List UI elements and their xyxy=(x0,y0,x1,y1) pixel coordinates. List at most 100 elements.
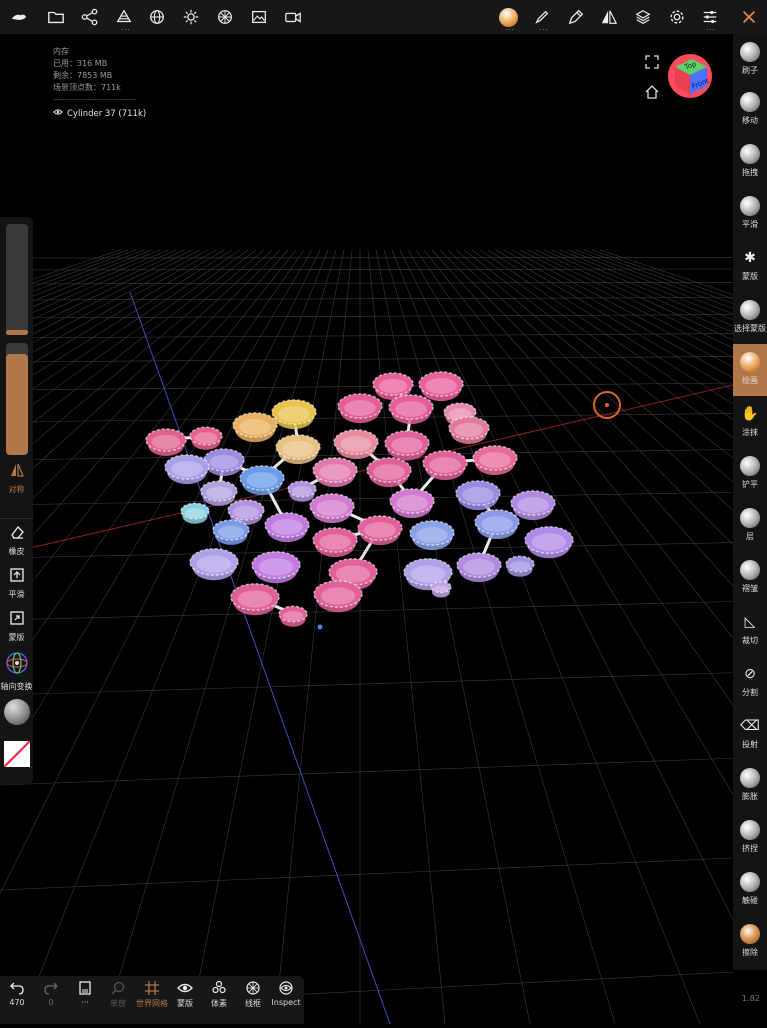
tool-inflate-ball[interactable]: 膨胀 xyxy=(733,760,767,812)
symmetry-toggle[interactable]: 对称 xyxy=(0,462,33,495)
tool-drag-ball[interactable]: 拖拽 xyxy=(733,136,767,188)
sun-icon[interactable] xyxy=(180,6,202,28)
tool-smooth-ball[interactable]: 平滑 xyxy=(733,188,767,240)
eraser-icon xyxy=(9,524,25,544)
tool-tube-ball[interactable]: 触碰 xyxy=(733,864,767,916)
app-logo-icon[interactable] xyxy=(8,6,30,28)
scene-canvas[interactable] xyxy=(0,34,733,1024)
crease-ball-icon xyxy=(740,560,760,580)
undo-count: 470 xyxy=(9,998,24,1007)
camera-icon[interactable] xyxy=(282,6,304,28)
matcap-ball-icon[interactable] xyxy=(497,6,519,28)
scene-graph-icon[interactable] xyxy=(79,6,101,28)
mask-button[interactable]: 蒙版 xyxy=(0,610,33,643)
cup-inner xyxy=(239,419,271,435)
cup-inner xyxy=(319,534,351,550)
cup-inner xyxy=(517,497,549,513)
symmetry-icon[interactable] xyxy=(598,6,620,28)
eye-icon[interactable] xyxy=(53,108,63,119)
tool-split[interactable]: ⊘分割 xyxy=(733,656,767,708)
sliders-icon[interactable] xyxy=(699,6,721,28)
brush-cursor-ring xyxy=(593,391,621,419)
settings-icon[interactable] xyxy=(666,6,688,28)
tools-icon[interactable] xyxy=(738,6,760,28)
inspect-button[interactable]: Inspect xyxy=(269,980,303,1007)
layers-icon[interactable] xyxy=(632,6,654,28)
cup-inner xyxy=(197,555,232,572)
tool-paint-ball[interactable]: 绘画 xyxy=(733,344,767,396)
tool-trim[interactable]: ◺裁切 xyxy=(733,604,767,656)
tool-label: 分割 xyxy=(742,687,758,698)
selected-object[interactable]: Cylinder 37 (711k) xyxy=(53,108,146,119)
material-sphere[interactable] xyxy=(4,699,30,725)
inspect-icon xyxy=(278,980,294,996)
version-label: 1.82 xyxy=(742,994,760,1003)
tool-crease-ball[interactable]: 褶皱 xyxy=(733,552,767,604)
project-icon: ⌫ xyxy=(740,716,760,736)
smooth-button[interactable]: 平滑 xyxy=(0,567,33,600)
tool-move-ball[interactable]: 移动 xyxy=(733,84,767,136)
tool-flatten-ball[interactable]: 铲平 xyxy=(733,448,767,500)
mask-visibility-button[interactable]: 蒙版 xyxy=(168,980,202,1009)
drag-ball-icon xyxy=(740,144,760,164)
globe-icon[interactable] xyxy=(146,6,168,28)
brush-cursor-dot xyxy=(605,403,609,407)
cup-inner xyxy=(316,500,348,516)
brush-icon[interactable] xyxy=(531,6,553,28)
cup-model[interactable] xyxy=(146,372,573,627)
cup-inner xyxy=(233,506,259,519)
fullscreen-icon[interactable] xyxy=(645,54,659,73)
cup-inner xyxy=(395,401,427,417)
tool-erase-ball[interactable]: 擦除 xyxy=(733,916,767,968)
tool-label: 选择蒙版 xyxy=(734,323,766,334)
undo-button[interactable]: 470 xyxy=(0,980,34,1007)
wireframe-button[interactable]: 线框 xyxy=(236,980,270,1009)
tool-brush-ball[interactable]: 刷子 xyxy=(733,34,767,86)
gizmo-label: 轴向变换 xyxy=(1,681,33,692)
tool-label: 平滑 xyxy=(742,219,758,230)
cup-inner xyxy=(194,432,217,444)
world-grid xyxy=(0,250,733,1024)
world-grid-button[interactable]: 世界网格 xyxy=(135,980,169,1009)
cup-inner xyxy=(218,526,244,539)
tool-pinch-ball[interactable]: 挤捏 xyxy=(733,812,767,864)
cup-inner xyxy=(210,455,239,469)
folder-icon[interactable] xyxy=(45,6,67,28)
cup-inner xyxy=(364,522,396,538)
material-icon[interactable] xyxy=(214,6,236,28)
color-swatch[interactable] xyxy=(4,741,30,767)
tool-smudge[interactable]: ✋涂抹 xyxy=(733,396,767,448)
pen-icon[interactable] xyxy=(565,6,587,28)
eraser-button[interactable]: 橡皮 xyxy=(0,524,33,557)
tool-select-mask[interactable]: 选择蒙版 xyxy=(733,292,767,344)
image-icon[interactable] xyxy=(248,6,270,28)
tool-layer-ball[interactable]: 层 xyxy=(733,500,767,552)
cup-inner xyxy=(344,400,376,416)
mask-visibility-label: 蒙版 xyxy=(177,998,193,1009)
tool-mask-splat[interactable]: ✱蒙版 xyxy=(733,240,767,292)
mask-splat-icon: ✱ xyxy=(740,248,760,268)
history-dots: ··· xyxy=(81,998,89,1007)
voxel-button[interactable]: 体素 xyxy=(202,980,236,1009)
cup-inner xyxy=(532,533,567,550)
scene-stats: 内存 已用：316 MB 剩余：7853 MB 场景顶点数：711k -----… xyxy=(53,46,137,106)
intensity-slider[interactable] xyxy=(6,343,28,455)
memory-used: 已用：316 MB xyxy=(53,58,137,70)
tool-project[interactable]: ⌫投射 xyxy=(733,708,767,760)
cup-inner xyxy=(321,587,356,604)
primitives-icon[interactable] xyxy=(113,6,135,28)
redo-button[interactable]: 0 xyxy=(34,980,68,1007)
origin-marker xyxy=(318,625,323,630)
solo-button[interactable]: 单放 xyxy=(101,980,135,1009)
brush-ball-icon xyxy=(740,42,760,62)
history-button[interactable]: ··· xyxy=(68,980,102,1007)
cup-inner xyxy=(259,558,294,575)
right-tool-panel: 刷子移动拖拽平滑 ✱蒙版选择蒙版绘画✋涂抹铲平层褶皱◺裁切⊘分割⌫投射膨胀挤捏触碰… xyxy=(733,34,767,970)
3d-viewport[interactable] xyxy=(0,34,733,1024)
navigation-cube[interactable]: Top Front xyxy=(667,53,713,99)
inspect-label: Inspect xyxy=(271,998,300,1007)
radius-slider[interactable] xyxy=(6,224,28,335)
home-icon[interactable] xyxy=(645,84,659,103)
gizmo-button[interactable]: 轴向变换 xyxy=(0,651,33,692)
tool-label: 移动 xyxy=(742,115,758,126)
